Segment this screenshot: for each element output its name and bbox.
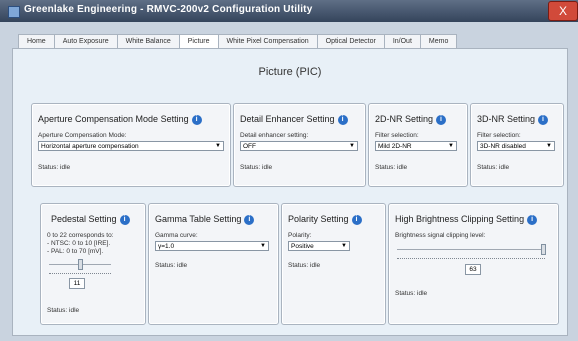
detail-group-title: Detail Enhancer Setting i	[240, 114, 348, 125]
detail-enhancer-select[interactable]: OFF ▼	[240, 141, 358, 151]
clipping-status: Status: idle	[395, 290, 428, 297]
tab-white-balance[interactable]: White Balance	[116, 34, 180, 49]
gamma-group-title: Gamma Table Setting i	[155, 214, 255, 225]
clipping-group-title: High Brightness Clipping Setting i	[395, 214, 538, 225]
tab-white-pixel-compensation[interactable]: White Pixel Compensation	[217, 34, 318, 49]
info-icon[interactable]: i	[351, 214, 362, 225]
polarity-value: Positive	[291, 243, 314, 250]
close-button[interactable]: X	[548, 1, 578, 21]
nr3d-group-title: 3D-NR Setting i	[477, 114, 549, 125]
gamma-group: Gamma Table Setting i Gamma curve: γ=1.0 …	[148, 203, 279, 325]
gamma-curve-label: Gamma curve:	[155, 232, 198, 239]
pedestal-desc-line2: - NTSC: 0 to 10 [IRE].	[47, 240, 111, 247]
nr2d-filter-label: Filter selection:	[375, 132, 419, 139]
tab-optical-detector[interactable]: Optical Detector	[316, 34, 385, 49]
app-window: Greenlake Engineering - RMVC-200v2 Confi…	[0, 0, 578, 341]
gamma-curve-select[interactable]: γ=1.0 ▼	[155, 241, 269, 251]
chevron-down-icon: ▼	[341, 243, 347, 249]
clipping-value: 63	[465, 264, 481, 275]
nr3d-filter-value: 3D-NR disabled	[480, 143, 526, 150]
window-title: Greenlake Engineering - RMVC-200v2 Confi…	[24, 4, 313, 15]
nr3d-group: 3D-NR Setting i Filter selection: 3D-NR d…	[470, 103, 564, 187]
polarity-label: Polarity:	[288, 232, 312, 239]
aperture-mode-select[interactable]: Horizontal aperture compensation ▼	[38, 141, 224, 151]
detail-status: Status: idle	[240, 164, 273, 171]
info-icon[interactable]: i	[436, 114, 447, 125]
nr2d-status: Status: idle	[375, 164, 408, 171]
pedestal-slider-thumb[interactable]	[78, 259, 83, 270]
polarity-title-text: Polarity Setting	[288, 214, 349, 224]
clipping-slider-thumb[interactable]	[541, 244, 546, 255]
pedestal-desc-line1: 0 to 22 corresponds to:	[47, 232, 114, 239]
detail-title-text: Detail Enhancer Setting	[240, 114, 335, 124]
clipping-slider-track[interactable]	[397, 249, 545, 250]
aperture-compensation-group: Aperture Compensation Mode Setting i Aper…	[31, 103, 231, 187]
gamma-status: Status: idle	[155, 262, 188, 269]
tab-in-out[interactable]: In/Out	[383, 34, 421, 49]
pedestal-slider-ticks	[49, 273, 111, 276]
detail-setting-label: Detail enhancer setting:	[240, 132, 309, 139]
clipping-group: High Brightness Clipping Setting i Bright…	[388, 203, 559, 325]
polarity-group-title: Polarity Setting i	[288, 214, 362, 225]
aperture-mode-label: Aperture Compensation Mode:	[38, 132, 127, 139]
pedestal-group: Pedestal Setting i 0 to 22 corresponds to…	[40, 203, 146, 325]
page-title: Picture (PIC)	[258, 66, 322, 78]
clipping-level-label: Brightness signal clipping level:	[395, 232, 486, 239]
pedestal-group-title: Pedestal Setting i	[51, 214, 130, 225]
nr3d-filter-label: Filter selection:	[477, 132, 521, 139]
nr2d-filter-value: Mild 2D-NR	[378, 143, 412, 150]
pedestal-status: Status: idle	[47, 307, 80, 314]
nr3d-status: Status: idle	[477, 164, 510, 171]
pedestal-desc-line3: - PAL: 0 to 70 [mV].	[47, 248, 104, 255]
nr2d-filter-select[interactable]: Mild 2D-NR ▼	[375, 141, 457, 151]
aperture-status: Status: idle	[38, 164, 71, 171]
tab-picture[interactable]: Picture	[178, 34, 219, 49]
tab-home[interactable]: Home	[18, 34, 55, 49]
picture-panel: Picture (PIC) Aperture Compensation Mode…	[12, 48, 568, 336]
gamma-title-text: Gamma Table Setting	[155, 214, 242, 224]
nr2d-group-title: 2D-NR Setting i	[375, 114, 447, 125]
info-icon[interactable]: i	[538, 114, 549, 125]
chevron-down-icon: ▼	[215, 143, 221, 149]
tab-bar: Home Auto Exposure White Balance Picture…	[18, 34, 458, 49]
aperture-title-text: Aperture Compensation Mode Setting	[38, 114, 189, 124]
tab-memo[interactable]: Memo	[419, 34, 458, 49]
chevron-down-icon: ▼	[546, 143, 552, 149]
tab-auto-exposure[interactable]: Auto Exposure	[53, 34, 118, 49]
info-icon[interactable]: i	[191, 114, 202, 125]
chevron-down-icon: ▼	[349, 143, 355, 149]
app-icon	[8, 6, 20, 18]
chevron-down-icon: ▼	[448, 143, 454, 149]
info-icon[interactable]: i	[527, 214, 538, 225]
clipping-title-text: High Brightness Clipping Setting	[395, 214, 525, 224]
pedestal-value: 11	[69, 278, 85, 289]
pedestal-title-text: Pedestal Setting	[51, 214, 117, 224]
polarity-select[interactable]: Positive ▼	[288, 241, 350, 251]
nr3d-title-text: 3D-NR Setting	[477, 114, 536, 124]
polarity-group: Polarity Setting i Polarity: Positive ▼ S…	[281, 203, 386, 325]
clipping-slider-ticks	[397, 258, 545, 261]
nr3d-filter-select[interactable]: 3D-NR disabled ▼	[477, 141, 555, 151]
gamma-curve-value: γ=1.0	[158, 243, 175, 250]
detail-enhancer-group: Detail Enhancer Setting i Detail enhancer…	[233, 103, 366, 187]
title-bar[interactable]: Greenlake Engineering - RMVC-200v2 Confi…	[0, 0, 578, 22]
chevron-down-icon: ▼	[260, 243, 266, 249]
nr2d-group: 2D-NR Setting i Filter selection: Mild 2D…	[368, 103, 468, 187]
nr2d-title-text: 2D-NR Setting	[375, 114, 434, 124]
polarity-status: Status: idle	[288, 262, 321, 269]
detail-enhancer-value: OFF	[243, 143, 256, 150]
info-icon[interactable]: i	[244, 214, 255, 225]
info-icon[interactable]: i	[119, 214, 130, 225]
info-icon[interactable]: i	[337, 114, 348, 125]
aperture-mode-value: Horizontal aperture compensation	[41, 143, 139, 150]
aperture-group-title: Aperture Compensation Mode Setting i	[38, 114, 202, 125]
